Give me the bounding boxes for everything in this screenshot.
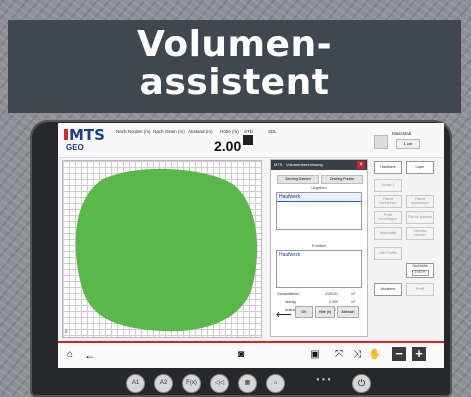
abschnitte-button[interactable]: Abschnitte [374,227,402,240]
row-value: 0.000 [329,300,338,304]
massstab-value[interactable]: 1 cm [396,139,420,149]
bottom-toolbar: ⌂ ← ◙ ▣ ⤧ ⤨ ✋ − + [58,341,444,368]
hw-button-a2[interactable]: A2 [154,374,173,393]
ungeben-list[interactable]: Haufwerk [276,192,362,230]
fit-icon[interactable]: ⤧ [332,348,346,362]
haufwerk-button[interactable]: Haufwerk [374,161,402,174]
ok-button[interactable]: OK [295,306,313,318]
height-value: 2.00 [214,138,242,154]
tab-zeichng-dateien[interactable]: Zeichng Dateien [277,175,319,184]
flaeche-loeschen-button[interactable]: Fläche löschen [406,211,434,224]
hw-button-home[interactable]: ⌂ [266,374,285,393]
stockpile-area [75,168,258,332]
cancel-button[interactable]: Abbruch [337,306,359,318]
status-leds: ●●● [316,377,333,383]
layers-icon[interactable]: ▣ [308,348,322,362]
assistent-button[interactable]: Assistent [374,283,402,296]
logo-subtext: GEO [66,143,84,152]
banner-line-2: assistent [139,62,330,103]
grid-icon[interactable] [243,135,253,145]
stosshoehe-button[interactable]: Stoßhöhe 2.00 m [406,263,434,278]
height-label: Höhe (m) [220,129,239,134]
hw-button-a1[interactable]: A1 [126,374,145,393]
axis-icon: x [65,329,68,335]
zoom-in-icon[interactable]: + [412,347,426,361]
tablet-screen: MTS GEO Nach Norden (m) Nach Osten (m) A… [58,123,444,368]
flaeche-aufmessen-button[interactable]: Fläche aufmessen [406,195,434,208]
std-label: STD [244,129,253,134]
logo-text: MTS [64,126,105,144]
dialog-title: MTS · Volumenberechnung [271,160,367,170]
hw-button-back[interactable]: ◁◁ [210,374,229,393]
zoom-out-icon[interactable]: − [392,347,406,361]
logo: MTS GEO [64,126,105,152]
section-label-ermittelt: Ermittelt [312,244,326,248]
volume-area [75,168,258,332]
camera-icon[interactable]: ◙ [234,348,248,362]
power-icon[interactable]: ⏻ [352,374,371,393]
naechste-abschnitt-button[interactable]: Nächste Abschn. [406,227,434,240]
layer-button[interactable]: Layer [406,161,434,174]
massstab-icon[interactable] [374,135,388,149]
north-label: Nach Norden (m) [116,129,151,134]
header-bar: MTS GEO Nach Norden (m) Nach Osten (m) A… [58,123,444,158]
sdl-label: SDL [268,129,277,134]
stosshoehe-label: Stoßhöhe [412,264,428,269]
banner-line-1: Volumen- [136,24,333,65]
close-icon[interactable]: × [357,161,365,169]
section-label-ungeben: Ungeben [311,186,327,190]
row-label: Gesamtfläche [277,292,300,296]
row-unit: m³ [351,300,356,304]
help-button[interactable]: Hilfe (h) [315,306,335,318]
row-value: 3180.61 [325,292,338,296]
pan-hand-icon[interactable]: ✋ [368,348,382,362]
back-arrow-icon[interactable]: ⟵ [276,308,292,321]
distance-label: Abstand (m) [188,129,213,134]
row-label: Abtrag [285,300,296,304]
hw-button-windows[interactable]: ▦ [238,374,257,393]
title-banner: Volumen- assistent [8,20,461,113]
list-item[interactable]: Haufwerk [277,251,361,259]
profil-button[interactable]: Profil [406,283,434,296]
left-arrow-icon[interactable]: ← [82,348,98,362]
achse-button[interactable]: Achse 1 [374,179,402,192]
zoom-extents-icon[interactable]: ⤨ [350,348,364,362]
tab-zeichng-punkte[interactable]: Zeichng Punkte [321,175,363,184]
alle-profile-button[interactable]: Alle Profile [374,247,402,260]
home-icon[interactable]: ⌂ [62,348,78,362]
flaeche-berechnen-button[interactable]: Fläche berechnen [374,195,402,208]
volume-dialog: MTS · Volumenberechnung × Zeichng Dateie… [270,159,368,337]
east-label: Nach Osten (m) [153,129,185,134]
list-item[interactable]: Haufwerk [277,193,361,202]
hw-button-fx[interactable]: F(x) [182,374,201,393]
row-unit: m² [351,292,356,296]
ermittelt-list[interactable]: Haufwerk [276,250,362,288]
map-canvas[interactable]: x [62,160,262,338]
stosshoehe-value: 2.00 m [411,270,429,276]
profil-hinzufuegen-button[interactable]: Profil hinzufügen [374,211,402,224]
massstab-label: Massstab [392,131,412,136]
